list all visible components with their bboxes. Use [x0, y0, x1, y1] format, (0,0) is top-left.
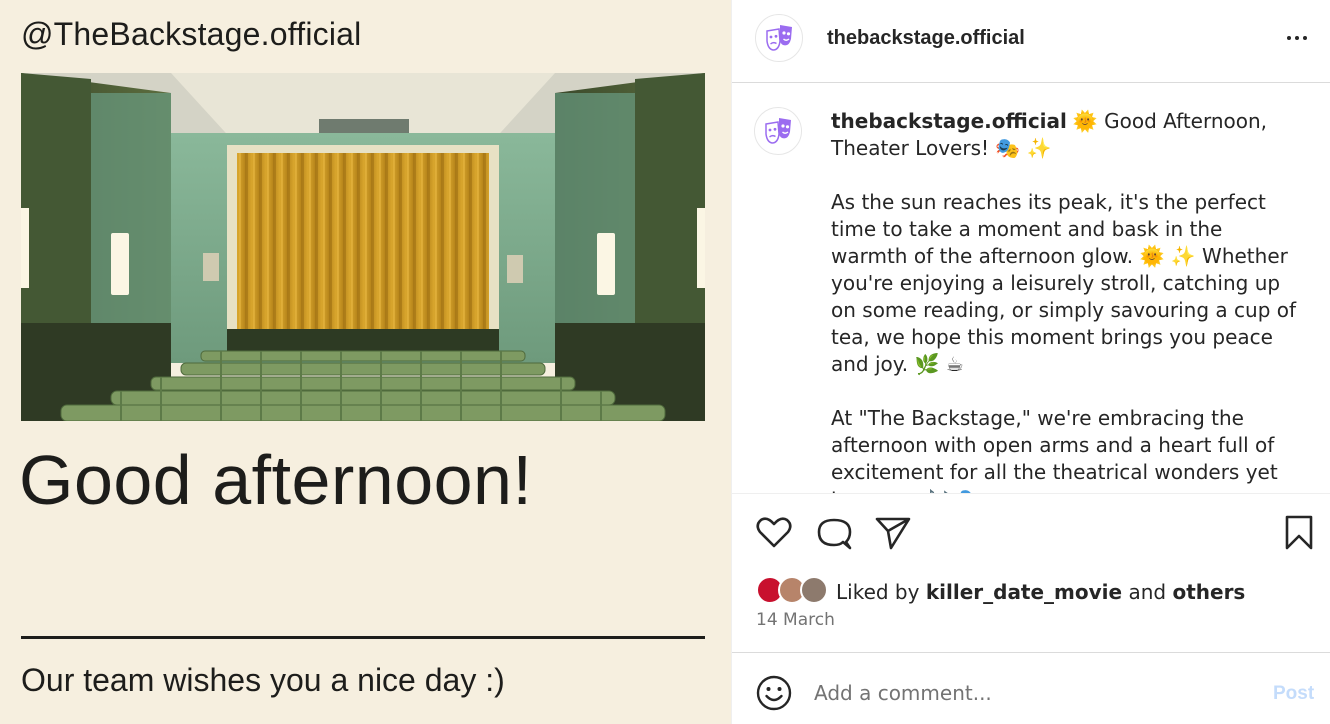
- post-image: @TheBackstage.official Good afternoon! O…: [0, 0, 731, 724]
- caption-paragraph: At "The Backstage," we're embracing the …: [831, 406, 1278, 493]
- likes-summary: Liked by killer_date_movie and others: [756, 575, 1316, 607]
- post-panel: thebackstage.official thebackstage.offic…: [731, 0, 1330, 724]
- post-header: thebackstage.official: [732, 0, 1330, 83]
- theater-masks-icon: [766, 25, 792, 51]
- theater-masks-icon: [765, 118, 791, 144]
- paper-plane-icon: [875, 517, 911, 550]
- emoji-button[interactable]: [754, 673, 794, 713]
- comment-bar: Post: [732, 652, 1330, 724]
- share-button[interactable]: [871, 510, 915, 554]
- post-actions: [732, 510, 1330, 560]
- likes-text: Liked by killer_date_movie and others: [836, 580, 1246, 604]
- caption-area[interactable]: thebackstage.official 🌞 Good Afternoon, T…: [732, 84, 1330, 494]
- post-image-tagline: Our team wishes you a nice day :): [21, 662, 505, 698]
- post-image-handle: @TheBackstage.official: [21, 16, 362, 52]
- cinema-auditorium-photo: [21, 73, 705, 421]
- caption-paragraph: thebackstage.official 🌞 Good Afternoon, T…: [831, 109, 1268, 160]
- header-username[interactable]: thebackstage.official: [827, 27, 1025, 50]
- more-horizontal-icon: [1287, 36, 1291, 40]
- like-button[interactable]: [752, 510, 796, 554]
- avatar: [800, 576, 828, 604]
- heart-icon: [756, 517, 792, 548]
- avatar[interactable]: [754, 107, 802, 155]
- post-comment-button[interactable]: Post: [1273, 683, 1314, 705]
- caption-username[interactable]: thebackstage.official: [831, 109, 1067, 133]
- caption-paragraph: As the sun reaches its peak, it's the pe…: [831, 190, 1297, 376]
- divider: [21, 636, 705, 639]
- avatar[interactable]: [755, 14, 803, 62]
- save-button[interactable]: [1277, 510, 1321, 554]
- bookmark-icon: [1285, 515, 1313, 550]
- liker-avatars[interactable]: [756, 575, 834, 607]
- comment-input[interactable]: [814, 675, 1254, 711]
- post-image-headline: Good afternoon!: [19, 441, 533, 519]
- smiley-icon: [756, 675, 792, 711]
- post-date[interactable]: 14 March: [756, 610, 835, 630]
- liker-username[interactable]: killer_date_movie: [926, 580, 1122, 604]
- more-options-button[interactable]: [1279, 24, 1315, 52]
- likes-others-link[interactable]: others: [1172, 580, 1245, 604]
- post-caption: thebackstage.official 🌞 Good Afternoon, T…: [831, 108, 1301, 493]
- comment-icon: [817, 518, 852, 550]
- comment-button[interactable]: [812, 510, 856, 554]
